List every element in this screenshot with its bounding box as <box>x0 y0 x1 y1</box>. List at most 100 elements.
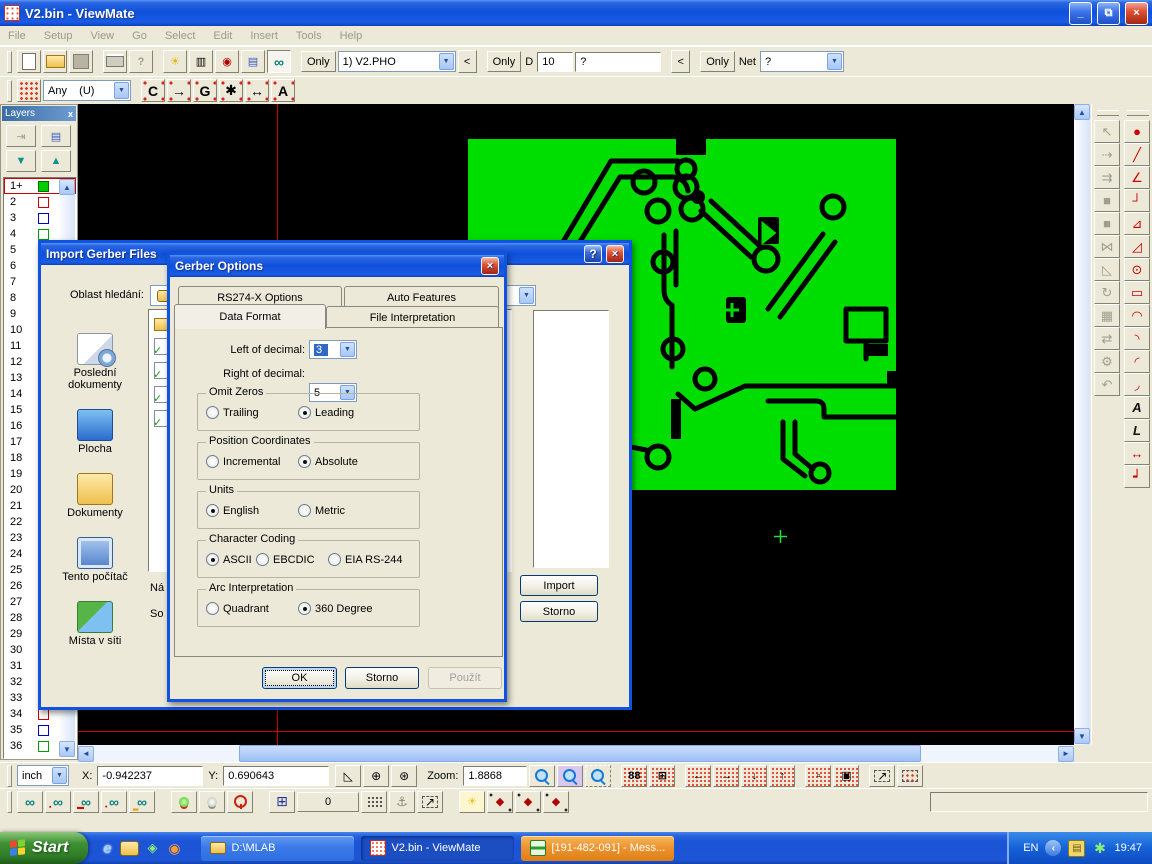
palette-grip[interactable] <box>1097 110 1119 116</box>
net-combo[interactable]: ? ▼ <box>760 51 844 72</box>
fill-square-tool[interactable]: ■ <box>1094 189 1120 212</box>
chevron-down-icon[interactable]: ▼ <box>340 342 355 357</box>
icq-tray-icon[interactable]: ✱ <box>1092 841 1107 856</box>
separator[interactable] <box>677 766 683 786</box>
center-point-icon[interactable]: ⊕ <box>363 765 389 787</box>
flash-mode-4-icon[interactable]: ◆ <box>543 791 569 813</box>
view-pads-icon[interactable] <box>73 791 99 813</box>
aperture-type-combo[interactable]: Any (U) ▼ <box>43 80 131 101</box>
x-coordinate-field[interactable]: -0.942237 <box>97 766 203 786</box>
import-button[interactable]: Import <box>520 575 598 596</box>
dcode-arrow-icon[interactable]: → <box>167 79 191 102</box>
stretch-icon[interactable]: ↗ <box>417 791 443 813</box>
taskbar-task[interactable]: V2.bin - ViewMate <box>361 836 514 861</box>
cancel-button[interactable]: Storno <box>345 667 419 689</box>
zoom-area-icon[interactable]: ↗ <box>869 765 895 787</box>
scroll-right-icon[interactable]: ► <box>1058 746 1074 762</box>
taskbar-task[interactable]: D:\MLAB <box>201 836 354 861</box>
separator[interactable] <box>797 766 803 786</box>
table-icon[interactable]: ⊞ <box>269 791 295 813</box>
chevron-down-icon[interactable]: ▼ <box>827 53 842 70</box>
radio-metric[interactable] <box>298 504 311 517</box>
dcode-g-icon[interactable]: G <box>193 79 217 102</box>
firefox-icon[interactable]: ◉ <box>165 839 183 857</box>
help-button[interactable]: ? <box>584 245 602 263</box>
layer-color-swatch[interactable] <box>38 741 49 752</box>
view-sketch-icon[interactable] <box>129 791 155 813</box>
new-file-button[interactable] <box>17 50 41 73</box>
chevron-down-icon[interactable]: ▼ <box>52 767 67 784</box>
prev-layer-button[interactable]: < <box>458 50 477 73</box>
arc-tool[interactable]: ◠ <box>1124 304 1150 327</box>
dialog-titlebar[interactable]: Gerber Options × <box>170 255 504 277</box>
anchor-icon[interactable]: ⚓ <box>389 791 415 813</box>
vertical-scrollbar[interactable]: ▲ ▼ <box>1074 104 1090 745</box>
radio-ebcdic[interactable] <box>256 553 269 566</box>
place-item[interactable]: Poslední dokumenty <box>47 333 143 391</box>
probe-icon[interactable] <box>227 791 253 813</box>
only-layer-button[interactable]: Only <box>301 51 336 72</box>
curve-se-tool[interactable]: ◞ <box>1124 373 1150 396</box>
layer-down-button[interactable]: ▼ <box>6 150 36 172</box>
scroll-up-icon[interactable]: ▲ <box>1074 104 1090 120</box>
restore-button[interactable]: ⧉ <box>1097 2 1120 25</box>
swap-tool[interactable]: ⇄ <box>1094 327 1120 350</box>
scroll-down-icon[interactable]: ▼ <box>59 741 75 757</box>
grid-view-icon[interactable]: ⊞ <box>649 765 675 787</box>
dcode-star-icon[interactable]: ✱ <box>219 79 243 102</box>
copy-tool[interactable]: ⇉ <box>1094 166 1120 189</box>
snap-icon[interactable]: ⊛ <box>391 765 417 787</box>
horizontal-scrollbar[interactable]: ◄ ► <box>78 745 1074 762</box>
left-of-decimal-combo[interactable]: 3 ▼ <box>309 340 357 359</box>
tray-chevron-icon[interactable]: ‹ <box>1045 840 1061 856</box>
dcode-input[interactable]: 10 <box>537 52 573 72</box>
place-item[interactable]: Plocha <box>47 409 143 455</box>
menu-item[interactable]: File <box>8 30 26 42</box>
undo-tool[interactable]: ↶ <box>1094 373 1120 396</box>
pan-down-icon[interactable]: ↓ <box>741 765 767 787</box>
move-tool[interactable]: ⇢ <box>1094 143 1120 166</box>
dot-grid-icon[interactable] <box>361 791 387 813</box>
scroll-up-icon[interactable]: ▲ <box>59 179 75 195</box>
y-coordinate-field[interactable]: 0.690643 <box>223 766 329 786</box>
pan-left-icon[interactable]: ← <box>685 765 711 787</box>
arc-angle-tool[interactable]: ⊿ <box>1124 212 1150 235</box>
close-button[interactable]: × <box>481 257 499 275</box>
menu-item[interactable]: Go <box>132 30 147 42</box>
corner-down-tool[interactable]: ┙ <box>1124 465 1150 488</box>
rectangle-tool[interactable]: ▭ <box>1124 281 1150 304</box>
view-options-icon[interactable] <box>267 50 291 73</box>
pan-right-icon[interactable]: → <box>713 765 739 787</box>
highlight-off-icon[interactable] <box>199 791 225 813</box>
fill-square-large-tool[interactable]: ■ <box>1094 212 1120 235</box>
zoom-lens-icon[interactable] <box>529 765 555 787</box>
open-file-button[interactable] <box>43 50 67 73</box>
curve-ne-tool[interactable]: ◝ <box>1124 327 1150 350</box>
scroll-down-icon[interactable]: ▼ <box>1074 728 1090 744</box>
move-origin-icon[interactable]: ▫ <box>805 765 831 787</box>
prev-dcode-button[interactable]: < <box>671 50 690 73</box>
close-button[interactable]: × <box>1125 2 1148 25</box>
radio-leading[interactable] <box>298 406 311 419</box>
scroll-left-icon[interactable]: ◄ <box>78 746 94 762</box>
place-item[interactable]: Tento počítač <box>47 537 143 583</box>
text-tool[interactable]: A <box>1124 396 1150 419</box>
view-traces-icon[interactable] <box>101 791 127 813</box>
palette-grip[interactable] <box>1127 110 1149 116</box>
zoom-value-field[interactable]: 1.8868 <box>463 766 527 786</box>
unit-combo[interactable]: inch ▼ <box>17 765 69 786</box>
print-button[interactable] <box>103 50 127 73</box>
pattern-tool[interactable]: ▦ <box>1094 304 1120 327</box>
zoom-dcode-icon[interactable] <box>557 765 583 787</box>
layer-color-swatch[interactable] <box>38 213 49 224</box>
polyline-tool[interactable]: ∠ <box>1124 166 1150 189</box>
radio-trailing[interactable] <box>206 406 219 419</box>
only-net-button[interactable]: Only <box>700 51 735 72</box>
select-area-icon[interactable] <box>897 765 923 787</box>
view-lines-icon[interactable] <box>45 791 71 813</box>
scrollbar-thumb[interactable] <box>239 745 921 762</box>
circle-tool[interactable]: ⊙ <box>1124 258 1150 281</box>
ok-button[interactable]: OK <box>262 667 337 689</box>
close-button[interactable]: × <box>606 245 624 263</box>
layer-combo[interactable]: 1) V2.PHO ▼ <box>338 51 456 72</box>
